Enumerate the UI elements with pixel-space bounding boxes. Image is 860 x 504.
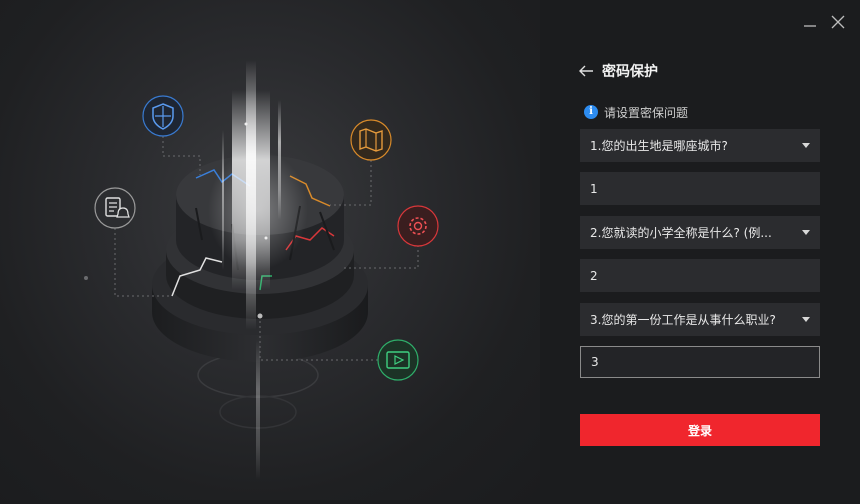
question-1-select[interactable]: 1.您的出生地是哪座城市? <box>580 129 820 162</box>
security-illustration <box>84 60 439 480</box>
shield-icon <box>142 95 184 137</box>
login-button[interactable]: 登录 <box>580 414 820 446</box>
question-2-select[interactable]: 2.您就读的小学全称是什么? (例... <box>580 216 820 249</box>
chevron-down-icon[interactable] <box>802 317 810 322</box>
back-button[interactable]: 密码保护 <box>578 60 658 82</box>
gear-icon <box>397 205 439 247</box>
chevron-down-icon[interactable] <box>802 143 810 148</box>
hint-text: 请设置密保问题 <box>604 105 689 120</box>
answer-1-field[interactable]: 1 <box>580 172 820 205</box>
info-icon: i <box>584 105 598 119</box>
document-bell-icon <box>94 187 136 229</box>
chevron-down-icon[interactable] <box>802 230 810 235</box>
security-question-hint: i 请设置密保问题 <box>584 103 688 121</box>
minimize-icon[interactable] <box>798 10 822 34</box>
question-3-select[interactable]: 3.您的第一份工作是从事什么职业? <box>580 303 820 336</box>
answer-2-field[interactable]: 2 <box>580 259 820 292</box>
close-icon[interactable] <box>826 10 850 34</box>
answer-3-field[interactable]: 3 <box>580 346 820 378</box>
illustration-panel <box>0 0 540 500</box>
page-title: 密码保护 <box>602 64 658 80</box>
video-icon <box>377 339 419 381</box>
map-icon <box>350 119 392 161</box>
arrow-left-icon[interactable] <box>578 64 594 78</box>
